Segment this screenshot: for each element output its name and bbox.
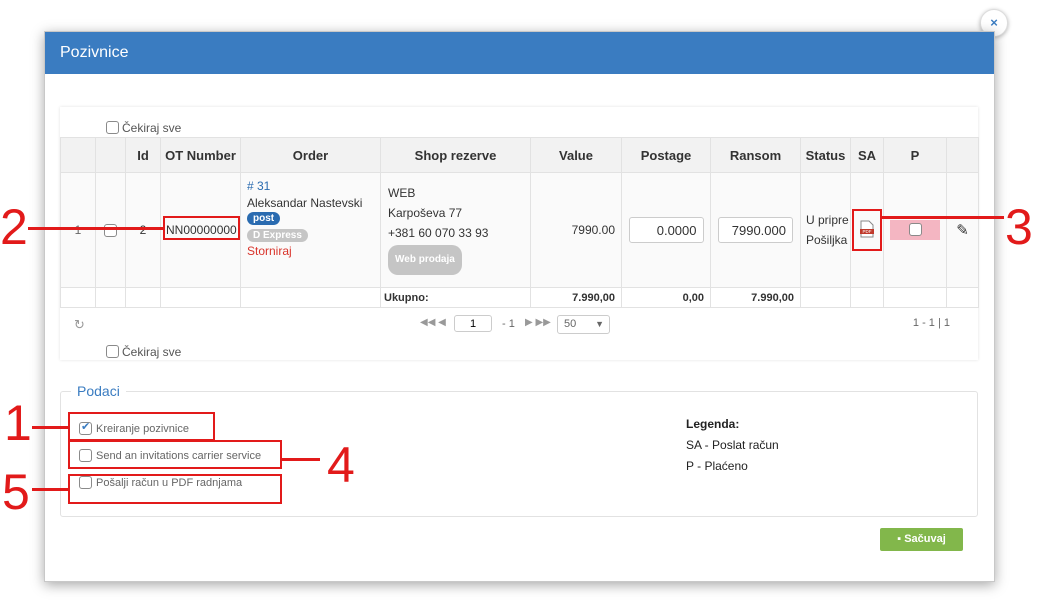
postage-input[interactable] [628, 217, 704, 243]
annotation-box-3 [852, 209, 882, 251]
table-header-row: Id OT Number Order Shop rezerve Value Po… [60, 137, 979, 173]
shop-cell: WEB Karpoševa 77 +381 60 070 33 93 Web p… [380, 172, 531, 288]
legend-title: Legenda: [686, 417, 740, 431]
annotation-line-4 [282, 458, 320, 461]
annotation-box-5 [68, 474, 282, 504]
column-header-id[interactable]: Id [125, 137, 161, 173]
annotation-box-1 [68, 412, 215, 441]
column-header-postage[interactable]: Postage [621, 137, 711, 173]
annotation-line-5 [32, 488, 68, 491]
legend-item: P - Plaćeno [686, 459, 748, 473]
annotation-box-4 [68, 440, 282, 469]
page-count: - 1 [502, 318, 515, 330]
annotation-line-1 [32, 426, 68, 429]
refresh-icon[interactable]: ↻ [74, 317, 85, 333]
value-cell: 7990.00 [530, 172, 622, 288]
callout-number: 5 [2, 464, 30, 520]
edit-pencil-icon[interactable]: ✎ [956, 222, 969, 239]
next-last-page-icon[interactable]: ▶ ▶▶ [525, 317, 551, 328]
column-header [60, 137, 96, 173]
status-cell: U pripre Pošiljka [800, 172, 851, 288]
totals-label: Ukupno: [380, 287, 531, 308]
annotation-line-2 [28, 227, 163, 230]
modal-title: Pozivnice [45, 32, 994, 74]
column-header-ot-number[interactable]: OT Number [160, 137, 241, 173]
column-header-sa[interactable]: SA [850, 137, 884, 173]
totals-ransom: 7.990,00 [710, 287, 801, 308]
ransom-input[interactable] [718, 217, 793, 243]
check-all-checkbox[interactable] [106, 121, 119, 135]
totals-row: Ukupno: 7.990,00 0,00 7.990,00 [60, 287, 979, 308]
paid-checkbox[interactable] [908, 223, 922, 237]
shop-name: WEB [388, 186, 416, 200]
totals-postage: 0,00 [621, 287, 711, 308]
totals-value: 7.990,00 [530, 287, 622, 308]
storno-link[interactable]: Storniraj [247, 244, 380, 258]
status-line: U pripre [806, 213, 849, 227]
page-number-input[interactable] [454, 315, 492, 332]
legend-item: SA - Poslat račun [686, 438, 779, 452]
check-all-bottom[interactable]: Čekiraj sve [106, 344, 181, 359]
status-line: Pošiljka [806, 233, 848, 247]
column-header-status[interactable]: Status [800, 137, 851, 173]
column-header [95, 137, 126, 173]
callout-number: 2 [0, 199, 28, 255]
customer-name: Aleksandar Nastevski [247, 196, 363, 210]
save-button-label: Sačuvaj [904, 533, 946, 545]
floppy-icon: ▪ [897, 533, 902, 545]
check-all-top[interactable]: Čekiraj sve [106, 120, 181, 135]
row-id: 2 [125, 172, 161, 288]
chevron-down-icon: ▼ [595, 319, 604, 329]
column-header-p[interactable]: P [883, 137, 947, 173]
podaci-title: Podaci [71, 383, 126, 399]
callout-number: 1 [4, 395, 32, 451]
annotation-box-2 [163, 216, 240, 240]
paid-highlight [890, 220, 940, 240]
column-header-ransom[interactable]: Ransom [710, 137, 801, 173]
callout-number: 4 [327, 437, 355, 493]
first-prev-page-icon[interactable]: ◀◀ ◀ [420, 317, 446, 328]
row-select-cell[interactable] [95, 172, 126, 288]
post-badge: post [247, 212, 281, 225]
callout-number: 3 [1005, 199, 1033, 255]
paid-cell[interactable] [883, 172, 947, 288]
column-header-order[interactable]: Order [240, 137, 381, 173]
pager: ↻ ◀◀ ◀ - 1 ▶ ▶▶ 50 ▼ 1 - 1 | 1 [60, 312, 978, 336]
web-sale-badge: Web prodaja [388, 245, 462, 275]
column-header-shop[interactable]: Shop rezerve [380, 137, 531, 173]
pager-info: 1 - 1 | 1 [912, 317, 950, 329]
order-link[interactable]: # 31 [247, 179, 380, 193]
annotation-line-3 [882, 216, 1004, 219]
legend-block: Legenda: SA - Poslat račun P - Plaćeno [686, 414, 779, 477]
page-size-select[interactable]: 50 ▼ [557, 315, 610, 334]
courier-badge: D Express [247, 229, 308, 242]
shop-phone: +381 60 070 33 93 [388, 226, 489, 240]
shop-address: Karpoševa 77 [388, 206, 463, 220]
ransom-cell [710, 172, 801, 288]
check-all-checkbox[interactable] [106, 345, 119, 359]
postage-cell [621, 172, 711, 288]
column-header-value[interactable]: Value [530, 137, 622, 173]
row-index: 1 [60, 172, 96, 288]
save-button[interactable]: ▪ Sačuvaj [880, 528, 963, 551]
page-size-value: 50 [564, 318, 577, 330]
order-cell: # 31 Aleksandar Nastevski post D Express… [240, 172, 381, 288]
edit-cell[interactable]: ✎ [946, 172, 979, 288]
column-header [946, 137, 979, 173]
